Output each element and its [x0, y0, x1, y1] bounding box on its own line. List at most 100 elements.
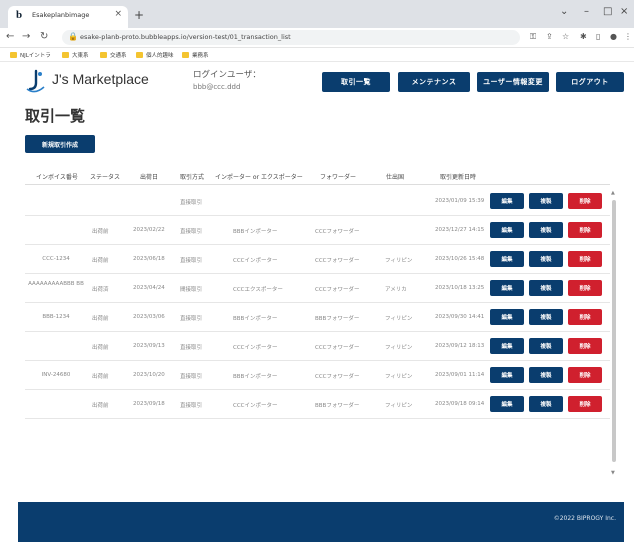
nav-maintenance-button[interactable]: メンテナンス — [398, 72, 470, 92]
nav-transaction-list-button[interactable]: 取引一覧 — [322, 72, 390, 92]
copy-button[interactable]: 複製 — [529, 396, 563, 412]
address-bar: ← → ↻ 🔒 esake-planb-proto.bubbleapps.io/… — [0, 28, 634, 48]
cell-ship-date: 2023/06/18 — [133, 256, 165, 262]
delete-button[interactable]: 削除 — [568, 280, 602, 296]
copy-button[interactable]: 複製 — [529, 280, 563, 296]
cell-status: 出荷済 — [92, 287, 109, 293]
copy-button[interactable]: 複製 — [529, 251, 563, 267]
copy-button[interactable]: 複製 — [529, 338, 563, 354]
copy-button[interactable]: 複製 — [529, 193, 563, 209]
bookmark-item[interactable]: 大東系 — [62, 51, 89, 59]
edit-button[interactable]: 編集 — [490, 193, 524, 209]
nav-user-settings-button[interactable]: ユーザー情報変更 — [477, 72, 549, 92]
folder-icon — [10, 52, 17, 58]
cell-country: フィリピン — [385, 258, 413, 264]
delete-button[interactable]: 削除 — [568, 367, 602, 383]
profile-icon[interactable]: ● — [610, 32, 617, 41]
cell-ship-date: 2023/09/18 — [133, 401, 165, 407]
lock-icon: 🔒 — [68, 32, 78, 41]
folder-icon — [100, 52, 107, 58]
table-row: 直接取引 2023/01/09 15:39 編集 複製 削除 — [25, 187, 610, 216]
login-label: ログインユーザ： — [193, 70, 261, 80]
cell-status: 出荷前 — [92, 403, 109, 409]
reload-icon[interactable]: ↻ — [40, 31, 48, 42]
share-icon[interactable]: ⇪ — [546, 32, 553, 41]
cell-status: 出荷前 — [92, 229, 109, 235]
create-transaction-button[interactable]: 新規取引作成 — [25, 135, 95, 153]
folder-icon — [62, 52, 69, 58]
chevron-down-icon[interactable]: ⌄ — [560, 6, 568, 17]
delete-button[interactable]: 削除 — [568, 251, 602, 267]
table-row: 出荷前 2023/02/22 直接取引 BBBインポーター CCCフォワーダー … — [25, 216, 610, 245]
close-window-icon[interactable]: × — [620, 6, 628, 17]
minimize-icon[interactable]: – — [584, 6, 589, 17]
cell-country: フィリピン — [385, 345, 413, 351]
cell-invoice: INV-24680 — [41, 372, 71, 378]
browser-tab[interactable]: b Esakeplanbimage × — [8, 6, 128, 28]
cell-forwarder: BBBフォワーダー — [315, 403, 360, 409]
cell-method: 直接取引 — [180, 403, 203, 409]
copy-button[interactable]: 複製 — [529, 309, 563, 325]
cell-forwarder: CCCフォワーダー — [315, 258, 360, 264]
scroll-up-icon[interactable]: ▲ — [611, 190, 615, 196]
edit-button[interactable]: 編集 — [490, 280, 524, 296]
edit-button[interactable]: 編集 — [490, 367, 524, 383]
maximize-icon[interactable]: □ — [603, 6, 612, 17]
cell-updated: 2023/09/12 18:13 — [435, 343, 485, 349]
bookmark-item[interactable]: 交通系 — [100, 51, 127, 59]
edit-button[interactable]: 編集 — [490, 338, 524, 354]
copy-button[interactable]: 複製 — [529, 222, 563, 238]
column-header: 取引方式 — [180, 174, 205, 181]
edit-button[interactable]: 編集 — [490, 251, 524, 267]
cell-country: フィリピン — [385, 316, 413, 322]
key-icon[interactable]: ⚿ — [530, 32, 536, 42]
url-field[interactable]: 🔒 esake-planb-proto.bubbleapps.io/versio… — [62, 30, 520, 45]
forward-icon[interactable]: → — [22, 31, 30, 42]
sidebar-icon[interactable]: ▯ — [596, 32, 600, 41]
cell-method: 直接取引 — [180, 229, 203, 235]
cell-updated: 2023/09/01 11:14 — [435, 372, 485, 378]
delete-button[interactable]: 削除 — [568, 396, 602, 412]
cell-ship-date: 2023/02/22 — [133, 227, 165, 233]
scroll-thumb[interactable] — [612, 200, 616, 462]
delete-button[interactable]: 削除 — [568, 309, 602, 325]
extensions-icon[interactable]: ✱ — [580, 32, 587, 41]
cell-updated: 2023/09/18 09:14 — [435, 401, 485, 407]
bookmark-item[interactable]: 個人的趣味 — [136, 51, 174, 59]
table-row: AAAAAAAAABBB BB 出荷済 2023/04/24 間接取引 CCCエ… — [25, 274, 610, 303]
star-icon[interactable]: ☆ — [562, 32, 569, 41]
table-scrollbar[interactable]: ▲ ▼ — [610, 190, 618, 480]
cell-ship-date: 2023/03/06 — [133, 314, 165, 320]
bookmark-item[interactable]: 業務系 — [182, 51, 209, 59]
delete-button[interactable]: 削除 — [568, 222, 602, 238]
table-row: 出荷前 2023/09/13 直接取引 CCCインポーター CCCフォワーダー … — [25, 332, 610, 361]
cell-forwarder: CCCフォワーダー — [315, 229, 360, 235]
close-tab-icon[interactable]: × — [114, 9, 122, 19]
copy-button[interactable]: 複製 — [529, 367, 563, 383]
menu-icon[interactable]: ⋮ — [624, 32, 632, 41]
delete-button[interactable]: 削除 — [568, 193, 602, 209]
cell-country: フィリピン — [385, 403, 413, 409]
browser-tab-bar: b Esakeplanbimage × + ⌄ – □ × — [0, 0, 634, 28]
column-header: ステータス — [90, 174, 121, 181]
edit-button[interactable]: 編集 — [490, 222, 524, 238]
edit-button[interactable]: 編集 — [490, 396, 524, 412]
new-tab-icon[interactable]: + — [134, 8, 144, 22]
nav-logout-button[interactable]: ログアウト — [556, 72, 624, 92]
cell-party: BBBインポーター — [233, 374, 278, 380]
page-title: 取引一覧 — [25, 107, 86, 125]
cell-updated: 2023/01/09 15:39 — [435, 198, 485, 204]
bookmark-item[interactable]: NJLイントラ — [10, 51, 51, 59]
cell-party: CCCインポーター — [233, 345, 278, 351]
back-icon[interactable]: ← — [6, 31, 14, 42]
column-header: 出荷日 — [140, 174, 159, 181]
copyright-text: ©2022 BIPROGY Inc. — [553, 515, 616, 522]
folder-icon — [182, 52, 189, 58]
login-user: bbb@ccc.ddd — [193, 83, 241, 91]
cell-invoice: CCC-1234 — [42, 256, 70, 262]
cell-forwarder: CCCフォワーダー — [315, 374, 360, 380]
scroll-down-icon[interactable]: ▼ — [611, 470, 615, 476]
edit-button[interactable]: 編集 — [490, 309, 524, 325]
delete-button[interactable]: 削除 — [568, 338, 602, 354]
cell-party: CCCインポーター — [233, 258, 278, 264]
